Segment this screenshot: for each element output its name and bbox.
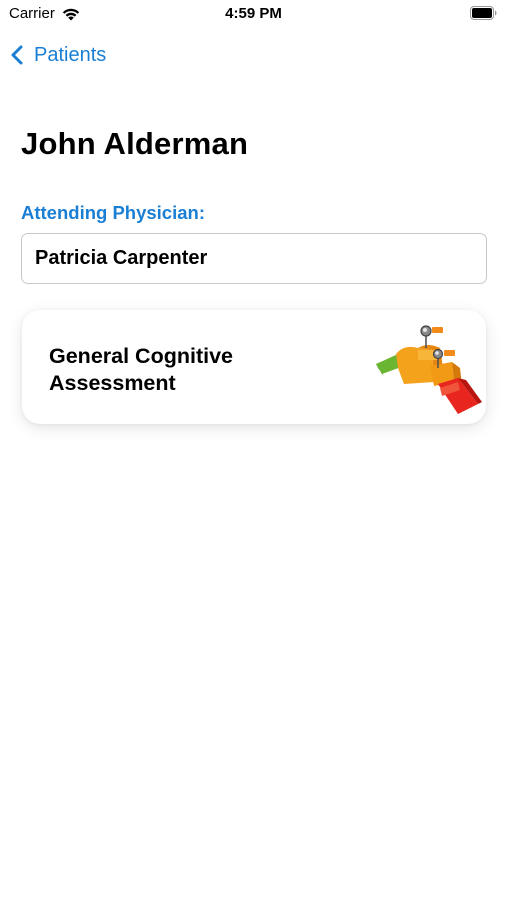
status-time: 4:59 PM	[225, 5, 282, 22]
battery-icon	[470, 6, 497, 20]
physician-label: Attending Physician:	[21, 202, 205, 223]
status-bar: Carrier 4:59 PM	[0, 0, 507, 28]
assessment-title: General Cognitive Assessment	[49, 344, 233, 395]
assessment-card[interactable]: General Cognitive Assessment	[22, 310, 486, 424]
physician-value: Patricia Carpenter	[35, 247, 208, 269]
patient-name: John Alderman	[21, 126, 249, 161]
chevron-left-icon	[11, 45, 23, 65]
back-button[interactable]: Patients	[10, 40, 106, 70]
physician-field[interactable]: Patricia Carpenter	[21, 233, 487, 284]
assessment-ladder-illustration	[376, 325, 482, 414]
back-button-label: Patients	[34, 43, 107, 66]
